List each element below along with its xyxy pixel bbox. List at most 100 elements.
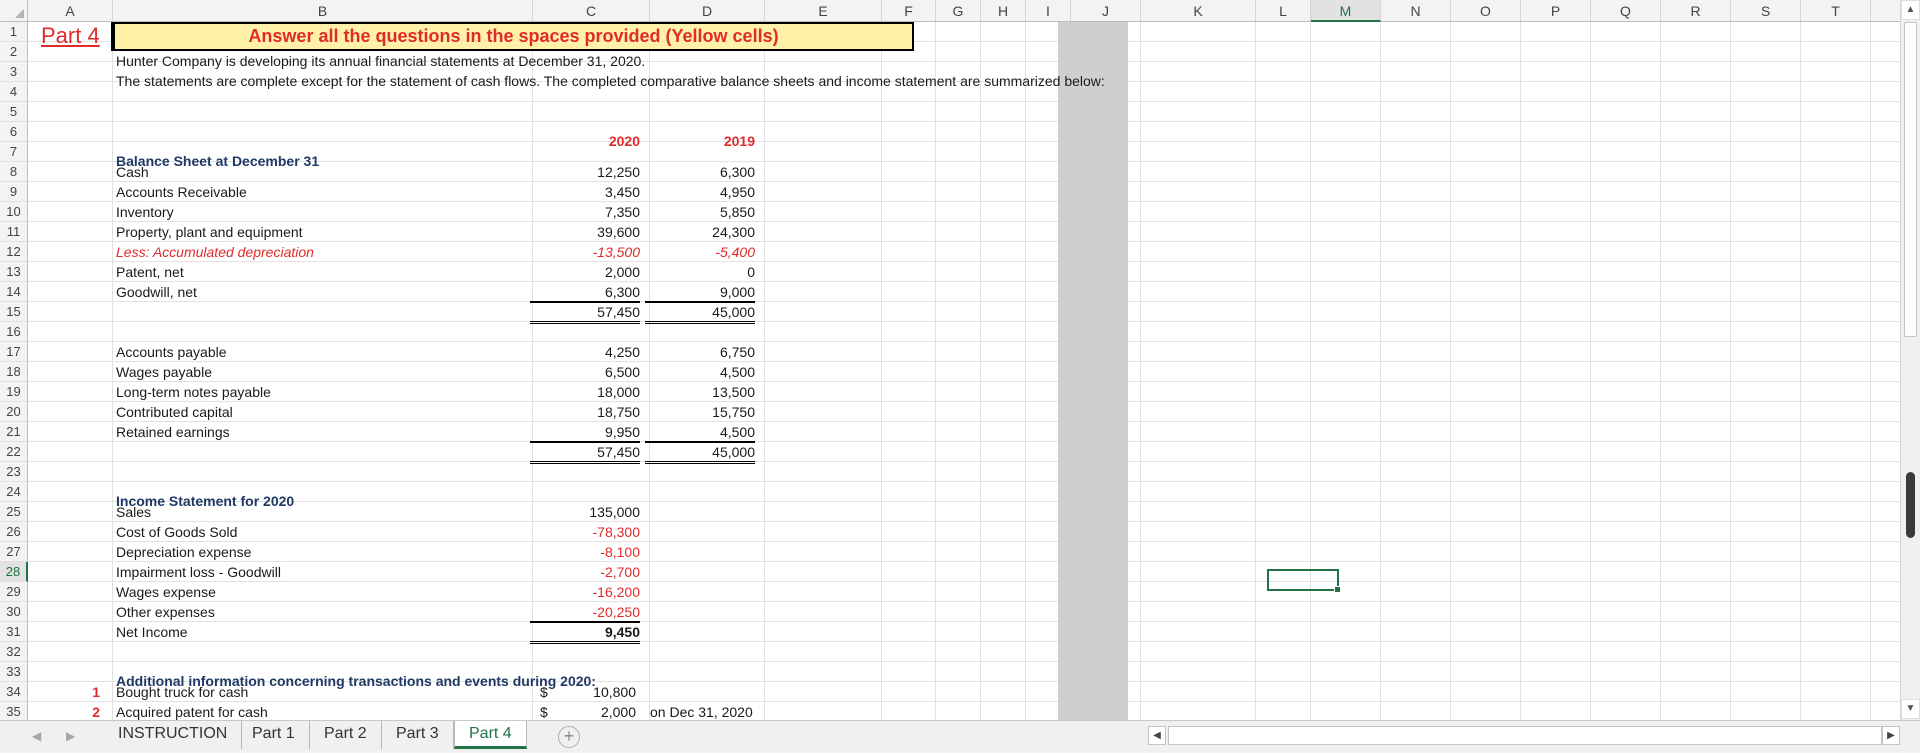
asset-value-2019: 5,850 [719,204,755,220]
row-header-10[interactable]: 10 [0,202,28,222]
row-header-11[interactable]: 11 [0,222,28,242]
row-header-23[interactable]: 23 [0,462,28,482]
row-header-34[interactable]: 34 [0,682,28,702]
liability-value-2019: 13,500 [712,384,755,400]
grid-vline [1660,22,1661,720]
sheet-tab-part-4[interactable]: Part 4 [454,721,527,749]
column-header-r[interactable]: R [1661,0,1731,22]
row-header-7[interactable]: 7 [0,142,28,162]
active-cell-m28[interactable] [1267,569,1341,593]
column-header-n[interactable]: N [1381,0,1451,22]
income-value-2020: -8,100 [600,544,640,560]
column-header-o[interactable]: O [1451,0,1521,22]
row-header-14[interactable]: 14 [0,282,28,302]
add-sheet-icon[interactable]: + [558,726,580,748]
column-header-j[interactable]: J [1071,0,1141,22]
column-header-h[interactable]: H [981,0,1026,22]
grid-hline [28,321,1900,322]
column-header-d[interactable]: D [650,0,765,22]
income-label: Sales [116,504,152,520]
row-header-28[interactable]: 28 [0,562,28,582]
row-header-8[interactable]: 8 [0,162,28,182]
column-header-l[interactable]: L [1256,0,1311,22]
column-header-s[interactable]: S [1731,0,1801,22]
income-value-2020: -20,250 [530,603,640,622]
liabilities-total-2020: 57,450 [530,442,640,464]
horizontal-scrollbar[interactable] [1168,726,1882,745]
sheet-tab-part-2[interactable]: Part 2 [310,721,382,749]
scroll-down-arrow-icon[interactable]: ▼ [1901,699,1920,719]
row-header-21[interactable]: 21 [0,422,28,442]
column-header-e[interactable]: E [765,0,882,22]
intro-line-1: Hunter Company is developing its annual … [116,53,646,69]
row-header-18[interactable]: 18 [0,362,28,382]
grid-hline [28,401,1900,402]
grid-vline [935,22,936,720]
grid-hline [28,421,1900,422]
column-header-q[interactable]: Q [1591,0,1661,22]
row-header-33[interactable]: 33 [0,662,28,682]
row-header-6[interactable]: 6 [0,122,28,142]
grid-hline [28,701,1900,702]
grid-vline [1730,22,1731,720]
asset-label: Cash [116,164,149,180]
column-header-k[interactable]: K [1141,0,1256,22]
net-income-label: Net Income [116,624,188,640]
sheet-tab-instruction[interactable]: INSTRUCTION [104,721,243,749]
column-header-m[interactable]: M [1311,0,1381,22]
row-header-12[interactable]: 12 [0,242,28,262]
row-header-2[interactable]: 2 [0,42,28,62]
column-header-t[interactable]: T [1801,0,1871,22]
tab-prev-icon[interactable]: ◀ [32,729,41,743]
row-header-15[interactable]: 15 [0,302,28,322]
hscroll-left-arrow-icon[interactable]: ◀ [1148,726,1166,745]
additional-item-label: Acquired patent for cash [116,704,268,720]
grid-vline [1590,22,1591,720]
row-header-32[interactable]: 32 [0,642,28,662]
grid-hline [28,181,1900,182]
row-header-30[interactable]: 30 [0,602,28,622]
hscroll-right-arrow-icon[interactable]: ▶ [1882,726,1900,745]
row-header-20[interactable]: 20 [0,402,28,422]
liability-value-2020: 9,950 [530,423,640,442]
column-header-u[interactable]: U [1871,0,1900,22]
row-header-25[interactable]: 25 [0,502,28,522]
spreadsheet-grid[interactable]: ABCDEFGHIJKLMNOPQRSTU 123456789101112131… [0,0,1900,720]
select-all-corner[interactable] [0,0,28,22]
row-header-4[interactable]: 4 [0,82,28,102]
row-header-26[interactable]: 26 [0,522,28,542]
row-header-24[interactable]: 24 [0,482,28,502]
row-header-31[interactable]: 31 [0,622,28,642]
row-header-5[interactable]: 5 [0,102,28,122]
row-header-16[interactable]: 16 [0,322,28,342]
column-header-i[interactable]: I [1026,0,1071,22]
liability-value-2020: 18,750 [597,404,640,420]
row-header-3[interactable]: 3 [0,62,28,82]
column-header-b[interactable]: B [113,0,533,22]
net-income-value: 9,450 [530,622,640,644]
column-header-g[interactable]: G [936,0,981,22]
pane-splitter-handle[interactable] [1906,472,1915,538]
row-header-17[interactable]: 17 [0,342,28,362]
column-header-p[interactable]: P [1521,0,1591,22]
scroll-thumb[interactable] [1904,22,1917,337]
row-header-13[interactable]: 13 [0,262,28,282]
scroll-up-arrow-icon[interactable]: ▲ [1901,0,1920,20]
income-label: Wages expense [116,584,216,600]
sheet-tab-part-1[interactable]: Part 1 [238,721,310,749]
column-header-c[interactable]: C [533,0,650,22]
row-header-22[interactable]: 22 [0,442,28,462]
sheet-tab-part-3[interactable]: Part 3 [382,721,454,749]
column-header-a[interactable]: A [28,0,113,22]
grid-hline [28,541,1900,542]
row-header-1[interactable]: 1 [0,22,28,42]
row-header-29[interactable]: 29 [0,582,28,602]
row-header-35[interactable]: 35 [0,702,28,720]
asset-label: Inventory [116,204,174,220]
vertical-scrollbar[interactable]: ▲ ▼ [1900,0,1920,720]
column-header-f[interactable]: F [882,0,936,22]
row-header-27[interactable]: 27 [0,542,28,562]
tab-next-icon[interactable]: ▶ [66,729,75,743]
row-header-19[interactable]: 19 [0,382,28,402]
row-header-9[interactable]: 9 [0,182,28,202]
